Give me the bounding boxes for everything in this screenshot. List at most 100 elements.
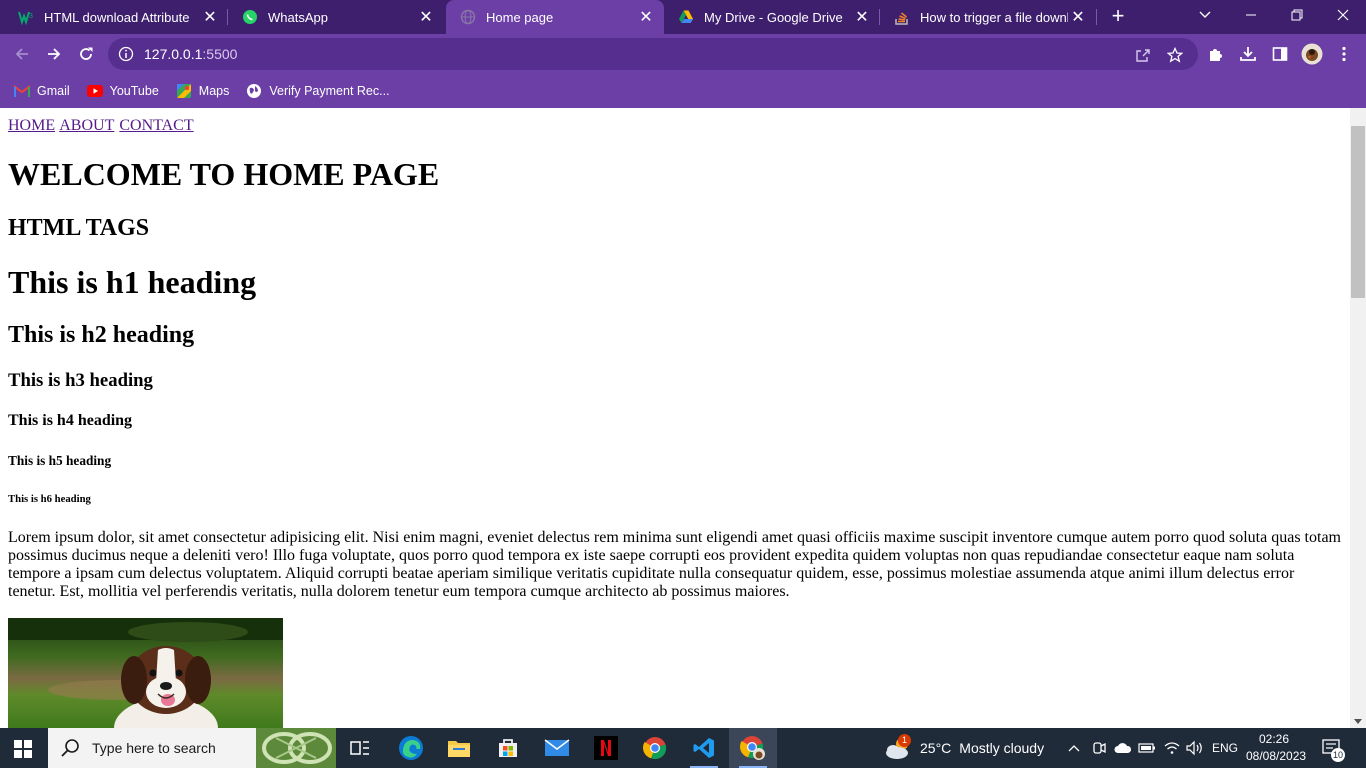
reload-button[interactable] [74, 42, 98, 66]
taskbar-search-box[interactable]: Type here to search [48, 728, 336, 768]
globe-icon [460, 9, 476, 25]
start-button[interactable] [14, 740, 32, 758]
taskbar-vscode[interactable] [680, 728, 728, 768]
close-tab-icon[interactable]: ✕ [416, 7, 436, 27]
taskbar-edge[interactable] [387, 728, 435, 768]
tab-title: Home page [486, 9, 554, 25]
tab-how-to-trigger-download[interactable]: How to trigger a file downlo ✕ [880, 0, 1096, 34]
windows-logo-icon [14, 740, 32, 758]
tab-whatsapp[interactable]: WhatsApp ✕ [228, 0, 444, 34]
restore-button[interactable] [1274, 0, 1320, 30]
store-icon [499, 739, 517, 757]
onedrive-icon[interactable] [1114, 728, 1132, 768]
nav-about-link[interactable]: ABOUT [59, 117, 114, 134]
clock-time: 02:26 [1258, 732, 1290, 746]
new-tab-button[interactable]: + [1106, 5, 1130, 29]
h4-heading: This is h4 heading [8, 412, 133, 429]
svg-text:3: 3 [29, 13, 33, 20]
tab-search-button[interactable] [1182, 0, 1228, 30]
extensions-puzzle-icon[interactable] [1206, 44, 1226, 64]
bookmark-gmail[interactable]: Gmail [14, 83, 70, 99]
tab-title: How to trigger a file downlo [920, 9, 1068, 25]
task-view-button[interactable] [336, 728, 384, 768]
bookmark-youtube[interactable]: YouTube [86, 83, 159, 99]
windows-taskbar: Type here to search 1 25°C Mostly cloudy… [0, 728, 1366, 768]
stackoverflow-icon [894, 9, 910, 25]
youtube-icon [86, 83, 103, 99]
weather-widget[interactable]: 1 25°C Mostly cloudy [884, 728, 1044, 768]
tab-google-drive[interactable]: My Drive - Google Drive ✕ [664, 0, 880, 34]
browser-menu-icon[interactable] [1334, 44, 1354, 64]
bookmark-verify-payment[interactable]: Verify Payment Rec... [246, 83, 390, 99]
close-icon [1337, 9, 1349, 21]
weather-temperature: 25°C [920, 740, 952, 756]
vscode-icon [693, 738, 714, 758]
bookmark-label: Maps [198, 84, 230, 98]
taskbar-microsoft-store[interactable] [484, 728, 532, 768]
back-button[interactable] [10, 42, 34, 66]
search-highlight-icon [256, 728, 336, 768]
forward-button[interactable] [42, 42, 66, 66]
search-placeholder: Type here to search [92, 740, 216, 756]
nav-home-link[interactable]: HOME [8, 117, 55, 134]
share-icon[interactable] [1134, 46, 1152, 64]
h3-heading: This is h3 heading [8, 370, 153, 391]
notification-center-button[interactable]: 10 [1322, 728, 1345, 768]
system-clock[interactable]: 02:26 08/08/2023 [1246, 731, 1306, 765]
weather-alert-badge: 1 [898, 734, 911, 747]
tab-title: HTML download Attribute [44, 9, 190, 25]
welcome-heading: WELCOME TO HOME PAGE [8, 156, 440, 192]
chrome-profile-icon [740, 736, 765, 760]
nav-contact-link[interactable]: CONTACT [119, 117, 193, 134]
meet-now-icon[interactable] [1092, 728, 1106, 768]
tab-html-download-attribute[interactable]: 3 HTML download Attribute ✕ [4, 0, 228, 34]
browser-toolbar: 127.0.0.1:5500 [0, 34, 1366, 74]
page-scrollbar[interactable] [1350, 108, 1366, 728]
wifi-icon[interactable] [1164, 728, 1180, 768]
chrome-icon [643, 737, 667, 760]
bookmark-maps[interactable]: Maps [176, 83, 230, 99]
language-indicator[interactable]: ENG [1212, 728, 1238, 768]
close-tab-icon[interactable]: ✕ [636, 7, 656, 27]
bookmark-star-icon[interactable] [1166, 46, 1184, 64]
address-bar[interactable]: 127.0.0.1:5500 [108, 38, 1198, 70]
tab-title: WhatsApp [268, 9, 328, 25]
side-panel-icon[interactable] [1270, 44, 1290, 64]
chevron-down-icon [1199, 11, 1211, 18]
section-title: HTML TAGS [8, 215, 150, 241]
close-tab-icon[interactable]: ✕ [1068, 7, 1088, 27]
h5-heading: This is h5 heading [8, 453, 112, 468]
tab-home-page[interactable]: Home page ✕ [446, 0, 664, 34]
profile-avatar[interactable] [1301, 43, 1323, 65]
bookmark-label: Gmail [37, 84, 70, 98]
notification-count-badge: 10 [1331, 748, 1345, 762]
close-window-button[interactable] [1320, 0, 1366, 30]
close-tab-icon[interactable]: ✕ [200, 7, 220, 27]
address-host: 127.0.0.1 [144, 46, 203, 62]
gmail-icon [14, 83, 30, 99]
bookmark-label: YouTube [109, 84, 159, 98]
h2-heading: This is h2 heading [8, 322, 195, 348]
address-port: :5500 [202, 46, 238, 62]
close-tab-icon[interactable]: ✕ [852, 7, 872, 27]
task-view-icon [350, 741, 369, 755]
taskbar-chrome[interactable] [631, 728, 679, 768]
taskbar-file-explorer[interactable] [435, 728, 483, 768]
netflix-icon [594, 736, 618, 760]
scrollbar-thumb[interactable] [1351, 126, 1365, 298]
browser-tabstrip: 3 HTML download Attribute ✕ WhatsApp ✕ H… [0, 0, 1366, 34]
battery-icon[interactable] [1138, 728, 1156, 768]
taskbar-netflix[interactable] [582, 728, 630, 768]
scroll-down-arrow-icon[interactable] [1354, 719, 1362, 724]
taskbar-mail[interactable] [533, 728, 581, 768]
address-url: 127.0.0.1:5500 [144, 46, 237, 62]
folder-icon [448, 741, 470, 757]
w3schools-icon: 3 [18, 9, 34, 25]
site-info-icon[interactable] [118, 46, 134, 62]
minimize-button[interactable] [1228, 0, 1274, 30]
taskbar-chrome-profile[interactable] [729, 728, 777, 768]
show-hidden-icons-button[interactable] [1068, 728, 1080, 768]
volume-icon[interactable] [1186, 728, 1204, 768]
bookmark-label: Verify Payment Rec... [269, 84, 390, 98]
downloads-icon[interactable] [1238, 44, 1258, 64]
